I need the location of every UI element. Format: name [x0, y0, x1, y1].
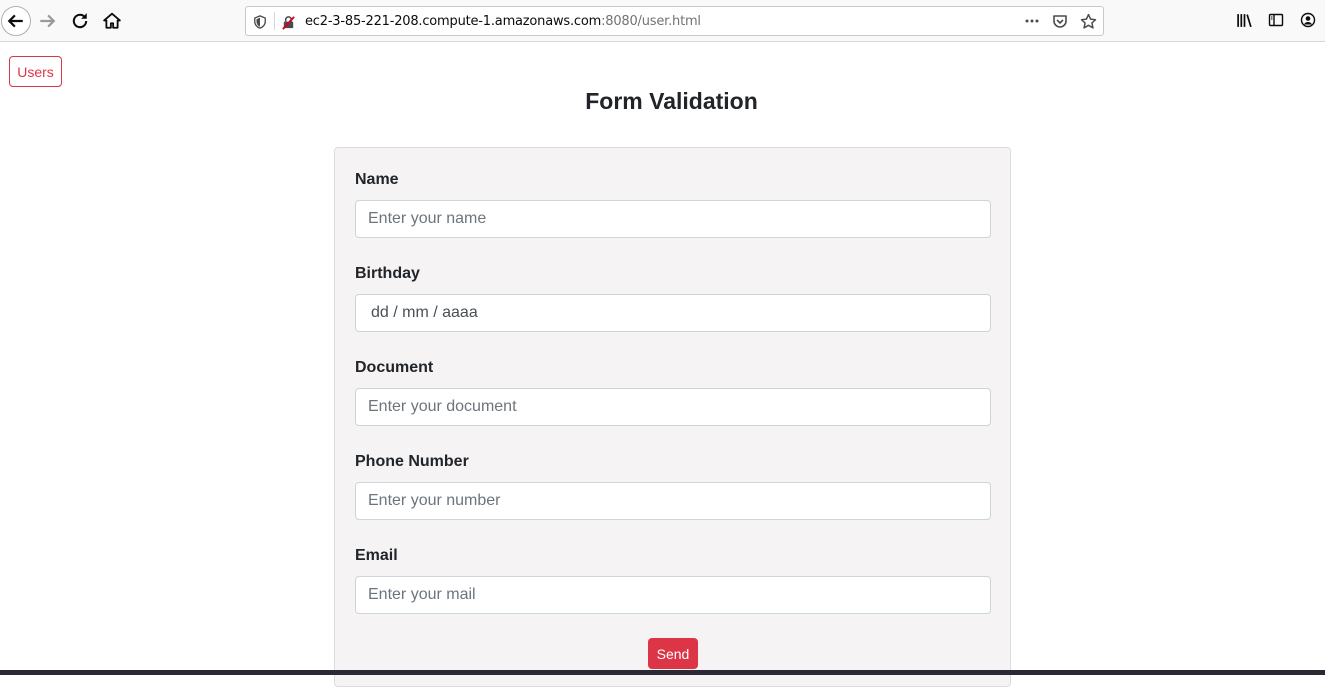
birthday-input[interactable]: dd / mm / aaaa: [355, 294, 991, 332]
browser-tools: [1235, 10, 1317, 30]
birthday-field-group: Birthday dd / mm / aaaa: [355, 265, 991, 332]
document-label: Document: [355, 359, 434, 376]
url-divider: [274, 12, 275, 30]
back-icon[interactable]: [1, 6, 31, 36]
account-icon[interactable]: [1299, 10, 1317, 30]
phone-input[interactable]: [355, 482, 991, 520]
name-input[interactable]: [355, 200, 991, 238]
url-text[interactable]: ec2-3-85-221-208.compute-1.amazonaws.com…: [305, 14, 701, 29]
bookmark-star-icon[interactable]: [1079, 11, 1097, 31]
pocket-icon[interactable]: [1051, 11, 1069, 31]
taskbar-edge: [0, 670, 1325, 675]
forward-icon[interactable]: [33, 7, 61, 35]
url-bar[interactable]: ec2-3-85-221-208.compute-1.amazonaws.com…: [245, 6, 1104, 36]
send-button[interactable]: Send: [648, 638, 698, 669]
sidebar-icon[interactable]: [1267, 10, 1285, 30]
more-icon[interactable]: [1023, 11, 1041, 31]
phone-label: Phone Number: [355, 453, 469, 470]
email-label: Email: [355, 547, 398, 564]
document-field-group: Document: [355, 359, 991, 426]
insecure-connection-icon[interactable]: [279, 13, 297, 31]
birthday-label: Birthday: [355, 265, 420, 282]
page-content: Users Form Validation Name Birthday dd /…: [0, 43, 1325, 687]
name-field-group: Name: [355, 171, 991, 238]
url-host: ec2-3-85-221-208.compute-1.amazonaws.com: [305, 14, 602, 29]
url-actions: [1023, 11, 1097, 31]
reload-icon[interactable]: [66, 7, 94, 35]
browser-toolbar: ec2-3-85-221-208.compute-1.amazonaws.com…: [0, 0, 1325, 42]
home-icon[interactable]: [98, 7, 126, 35]
url-path: :8080/user.html: [601, 14, 701, 29]
phone-field-group: Phone Number: [355, 453, 991, 520]
shield-icon[interactable]: [251, 13, 269, 31]
users-button[interactable]: Users: [9, 56, 62, 87]
email-field-group: Email: [355, 547, 991, 614]
library-icon[interactable]: [1235, 10, 1253, 30]
form-card: Name Birthday dd / mm / aaaa Document Ph…: [334, 147, 1011, 687]
document-input[interactable]: [355, 388, 991, 426]
name-label: Name: [355, 171, 399, 188]
email-input[interactable]: [355, 576, 991, 614]
page-title: Form Validation: [585, 88, 758, 114]
